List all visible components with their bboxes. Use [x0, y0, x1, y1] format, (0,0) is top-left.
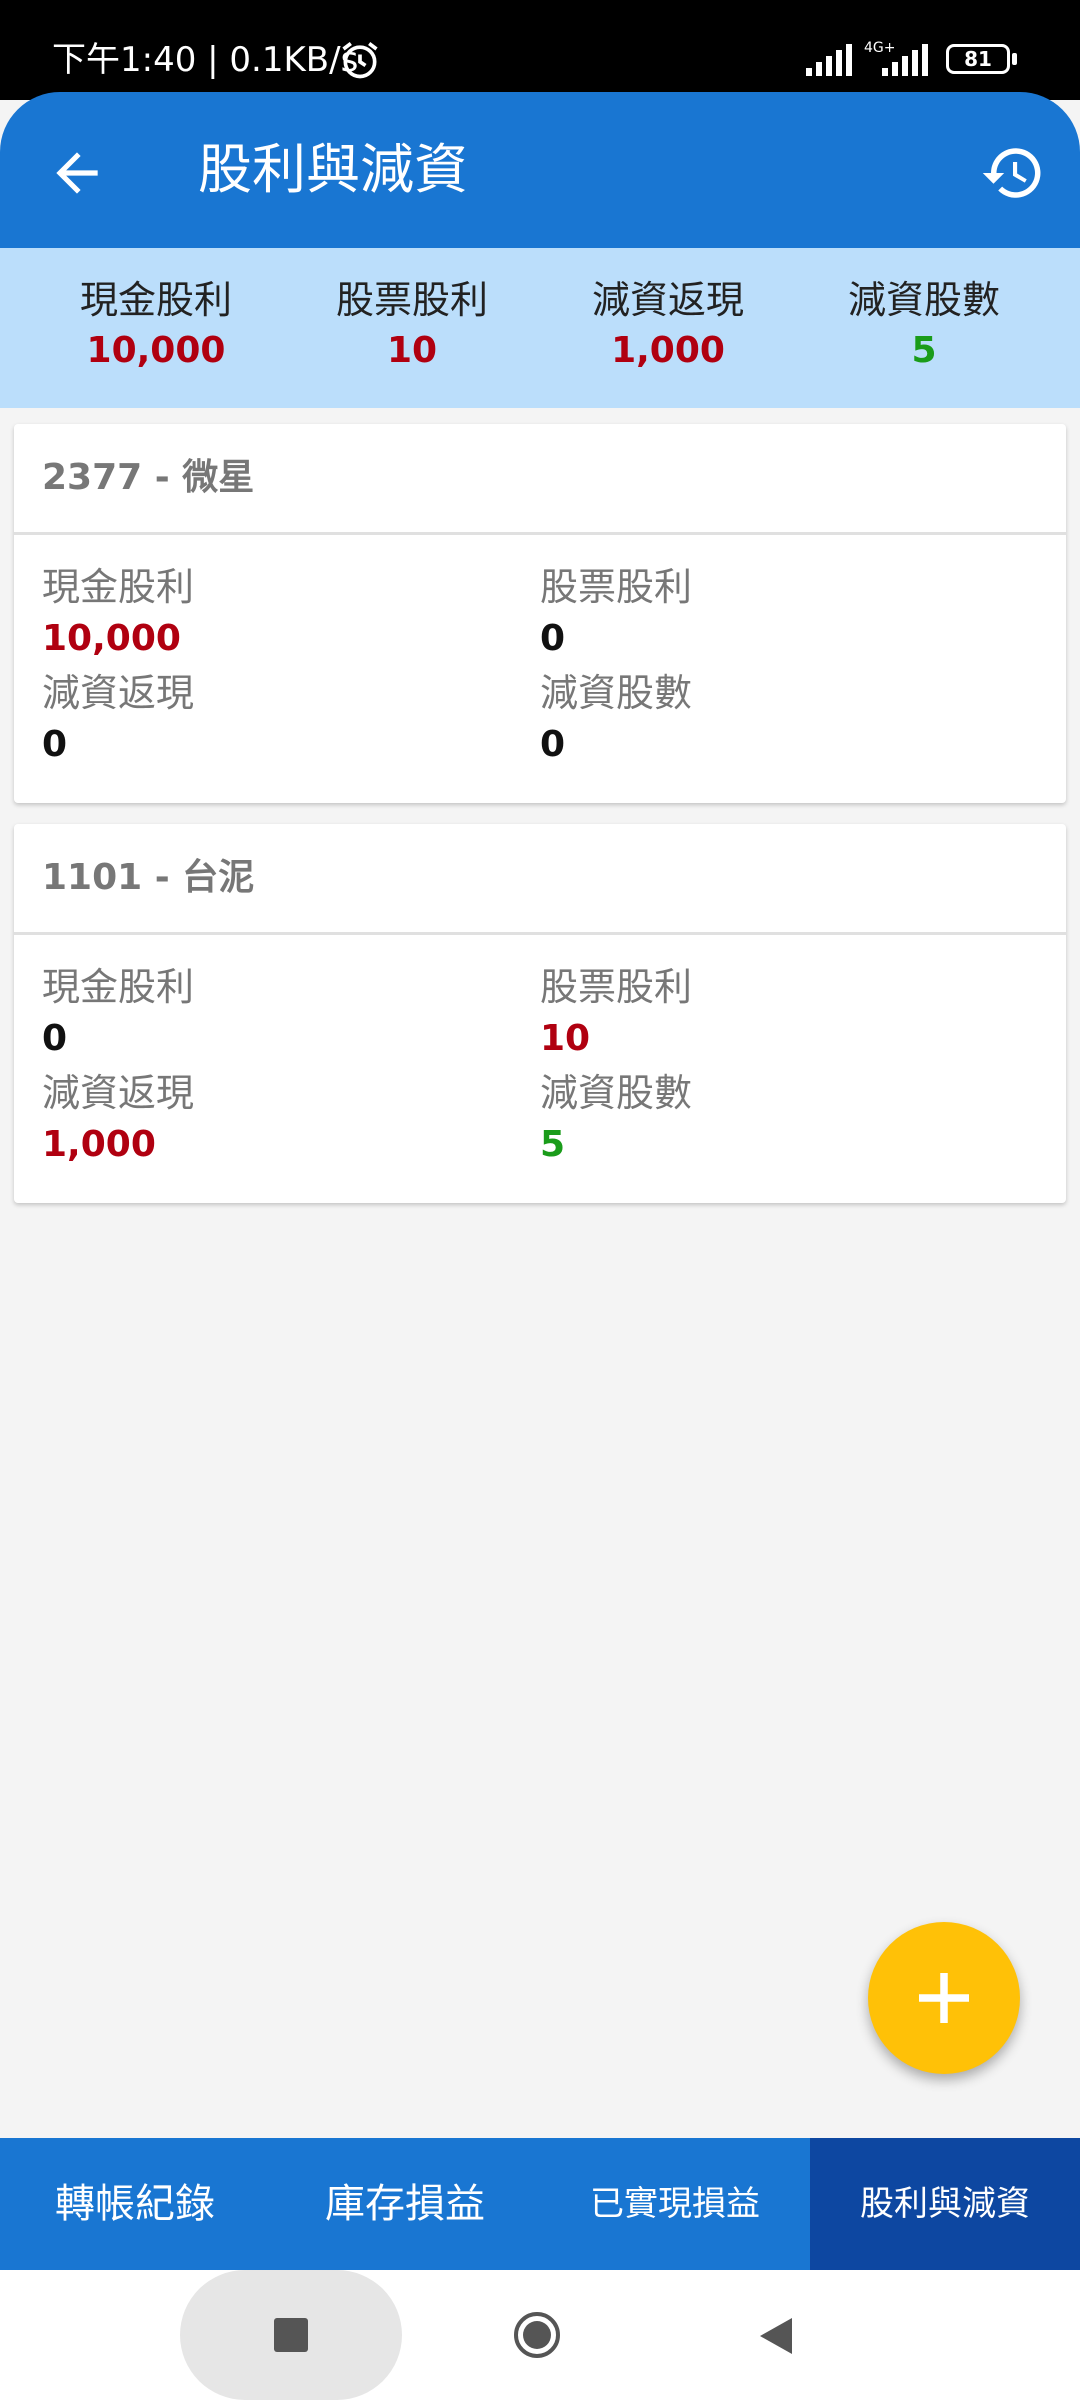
summary-capital-reduction-shares: 減資股數 5 — [796, 274, 1052, 376]
field-label: 減資返現 — [42, 1071, 195, 1115]
field-value: 5 — [540, 1124, 566, 1165]
summary-stock-dividend: 股票股利 10 — [284, 274, 540, 376]
summary-label: 股票股利 — [335, 278, 488, 322]
field-stock-dividend: 股票股利 10 — [540, 961, 1020, 1065]
field-label: 減資股數 — [540, 1071, 693, 1115]
field-label: 現金股利 — [42, 565, 195, 609]
field-value: 10 — [540, 1018, 591, 1059]
summary-value: 1,000 — [611, 330, 725, 371]
tab-transfer-records[interactable]: 轉帳紀錄 — [0, 2138, 270, 2270]
battery-icon: 81 — [946, 44, 1010, 74]
field-value: 0 — [42, 724, 68, 765]
home-circle-icon[interactable] — [512, 2310, 562, 2360]
field-capital-reduction-cash: 減資返現 1,000 — [42, 1067, 522, 1171]
card-title: 1101 - 台泥 — [14, 824, 1066, 935]
field-capital-reduction-shares: 減資股數 5 — [540, 1067, 1020, 1171]
back-arrow-icon[interactable] — [46, 142, 108, 204]
recents-square-icon[interactable] — [274, 2318, 308, 2352]
summary-value: 10 — [386, 330, 438, 371]
signal-icon — [882, 44, 928, 76]
summary-capital-reduction-cash: 減資返現 1,000 — [540, 274, 796, 376]
field-capital-reduction-shares: 減資股數 0 — [540, 667, 1020, 771]
field-stock-dividend: 股票股利 0 — [540, 561, 1020, 665]
tab-realized-pl[interactable]: 已實現損益 — [540, 2138, 810, 2270]
page-title: 股利與減資 — [198, 138, 468, 201]
plus-icon — [919, 1973, 969, 2023]
summary-label: 現金股利 — [79, 278, 232, 322]
summary-cash-dividend: 現金股利 10,000 — [28, 274, 284, 376]
summary-strip: 現金股利 10,000 股票股利 10 減資返現 1,000 減資股數 5 — [0, 248, 1080, 408]
history-icon[interactable] — [980, 140, 1046, 206]
field-label: 減資返現 — [42, 671, 195, 715]
battery-tip — [1012, 53, 1017, 65]
tab-dividend-reduction[interactable]: 股利與減資 — [810, 2138, 1080, 2270]
field-label: 股票股利 — [540, 965, 693, 1009]
field-value: 10,000 — [42, 618, 181, 659]
summary-label: 減資返現 — [591, 278, 744, 322]
field-label: 股票股利 — [540, 565, 693, 609]
app-bar: 股利與減資 — [0, 92, 1080, 248]
signal-icon — [806, 44, 852, 76]
summary-value: 10,000 — [86, 330, 226, 371]
back-triangle-icon[interactable] — [756, 2314, 796, 2358]
field-label: 減資股數 — [540, 671, 693, 715]
field-cash-dividend: 現金股利 10,000 — [42, 561, 522, 665]
alarm-icon — [342, 42, 378, 79]
field-value: 0 — [42, 1018, 68, 1059]
card-body: 現金股利 10,000 股票股利 0 減資返現 0 減資股數 0 — [14, 535, 1066, 803]
add-button[interactable] — [868, 1922, 1020, 2074]
field-cash-dividend: 現金股利 0 — [42, 961, 522, 1065]
status-time-speed: 下午1:40 | 0.1KB/s — [52, 40, 359, 80]
status-bar: 下午1:40 | 0.1KB/s 4G+ 81 — [0, 0, 1080, 100]
field-capital-reduction-cash: 減資返現 0 — [42, 667, 522, 771]
bottom-nav: 轉帳紀錄 庫存損益 已實現損益 股利與減資 — [0, 2138, 1080, 2270]
tab-inventory-pl[interactable]: 庫存損益 — [270, 2138, 540, 2270]
field-value: 0 — [540, 724, 566, 765]
summary-label: 減資股數 — [847, 278, 1000, 322]
field-value: 0 — [540, 618, 566, 659]
field-label: 現金股利 — [42, 965, 195, 1009]
card-title: 2377 - 微星 — [14, 424, 1066, 535]
stock-card-1101[interactable]: 1101 - 台泥 現金股利 0 股票股利 10 減資返現 1,000 減資股數… — [14, 824, 1066, 1203]
card-body: 現金股利 0 股票股利 10 減資返現 1,000 減資股數 5 — [14, 935, 1066, 1203]
system-nav-bar — [0, 2270, 1080, 2400]
stock-card-2377[interactable]: 2377 - 微星 現金股利 10,000 股票股利 0 減資返現 0 減資股數… — [14, 424, 1066, 803]
summary-value: 5 — [911, 330, 937, 371]
field-value: 1,000 — [42, 1124, 156, 1165]
